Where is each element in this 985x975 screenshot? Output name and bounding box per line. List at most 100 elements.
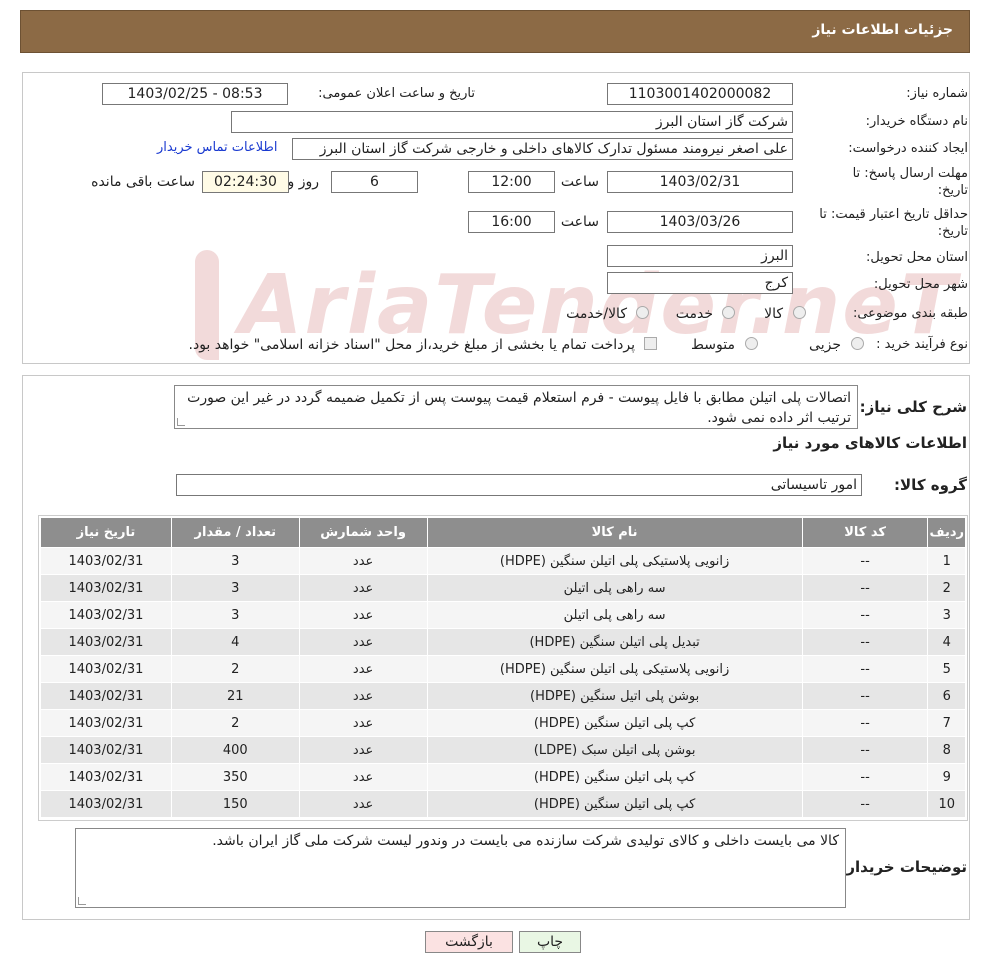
buyer-notes-label: توضیحات خریدار: (840, 858, 967, 876)
page-header: جزئیات اطلاعات نیاز (20, 10, 970, 53)
announce-field: 1403/02/25 - 08:53 (102, 83, 288, 105)
table-cell: عدد (298, 655, 428, 683)
announce-label: تاریخ و ساعت اعلان عمومی: (318, 86, 475, 101)
back-button[interactable]: بازگشت (425, 931, 513, 953)
table-cell: کپ پلی اتیلن سنگین (HDPE) (426, 790, 803, 818)
province-field: البرز (607, 245, 793, 267)
description-label: شرح کلی نیاز: (859, 398, 967, 416)
table-row: 5 -- زانویی پلاستیکی پلی اتیلن سنگین (HDPE… (40, 655, 966, 683)
table-cell: 3 (170, 574, 300, 602)
column-header: تاریخ نیاز (40, 517, 172, 548)
table-cell: 2 (170, 655, 300, 683)
validity-time-label: ساعت (560, 214, 599, 230)
resize-handle-icon[interactable] (78, 897, 86, 905)
resize-handle-icon[interactable] (177, 418, 185, 426)
table-cell: بوشن پلی اتیل سنگین (HDPE) (426, 682, 803, 710)
goods-group-field: امور تاسیساتی (176, 474, 862, 496)
table-cell: 1403/02/31 (40, 601, 172, 629)
purchase-radio-medium[interactable] (745, 337, 758, 350)
column-header: واحد شمارش (298, 517, 428, 548)
table-cell: 150 (170, 790, 300, 818)
table-cell: عدد (298, 709, 428, 737)
table-cell: زانویی پلاستیکی پلی اتیلن سنگین (HDPE) (426, 547, 803, 575)
purchase-radio-minor[interactable] (851, 337, 864, 350)
table-cell: 1403/02/31 (40, 574, 172, 602)
table-cell: عدد (298, 682, 428, 710)
creator-field: علی اصغر نیرومند مسئول تدارک کالاهای داخ… (292, 138, 793, 160)
column-header: کد کالا (801, 517, 929, 548)
table-row: 10 -- کپ پلی اتیلن سنگین (HDPE) عدد 150 1403/… (40, 790, 966, 818)
treasury-checkbox[interactable] (644, 337, 657, 350)
table-cell: -- (801, 628, 929, 656)
column-header: تعداد / مقدار (170, 517, 300, 548)
table-cell: عدد (298, 601, 428, 629)
need-number-label: شماره نیاز: (906, 86, 968, 101)
table-cell: -- (801, 574, 929, 602)
table-row: 1 -- زانویی پلاستیکی پلی اتیلن سنگین (HDPE… (40, 547, 966, 575)
table-cell: 4 (170, 628, 300, 656)
table-cell: -- (801, 709, 929, 737)
table-cell: 1403/02/31 (40, 709, 172, 737)
table-cell: سه راهی پلی اتیلن (426, 601, 803, 629)
validity-label-date: تاریخ: (937, 224, 968, 239)
category-option-service: خدمت (675, 306, 713, 322)
table-cell: 1403/02/31 (40, 628, 172, 656)
province-label: استان محل تحویل: (866, 250, 968, 265)
items-table-body: 1 -- زانویی پلاستیکی پلی اتیلن سنگین (HDPE… (40, 547, 966, 818)
purchase-option-medium: متوسط (691, 337, 735, 353)
table-cell: 8 (927, 736, 966, 764)
purchase-note: پرداخت تمام یا بخشی از مبلغ خرید،از محل … (188, 337, 635, 353)
print-button[interactable]: چاپ (519, 931, 581, 953)
deadline-time-label: ساعت (560, 174, 599, 190)
remaining-time-field: 02:24:30 (202, 171, 289, 193)
table-row: 9 -- کپ پلی اتیلن سنگین (HDPE) عدد 350 1403/0… (40, 763, 966, 791)
category-radio-goods-service[interactable] (636, 306, 649, 319)
table-cell: زانویی پلاستیکی پلی اتیلن سنگین (HDPE) (426, 655, 803, 683)
table-cell: -- (801, 547, 929, 575)
table-cell: کپ پلی اتیلن سنگین (HDPE) (426, 763, 803, 791)
table-cell: 3 (170, 547, 300, 575)
table-row: 7 -- کپ پلی اتیلن سنگین (HDPE) عدد 2 1403/02/… (40, 709, 966, 737)
table-header-row: ردیف کد کالا نام کالا واحد شمارش تعداد /… (40, 517, 966, 548)
table-cell: 1 (927, 547, 966, 575)
validity-label: حداقل تاریخ اعتبار قیمت: تا (819, 207, 968, 222)
creator-label: ایجاد کننده درخواست: (848, 141, 968, 156)
table-cell: 400 (170, 736, 300, 764)
table-row: 8 -- بوشن پلی اتیلن سبک (LDPE) عدد 400 1403/0… (40, 736, 966, 764)
table-cell: 1403/02/31 (40, 655, 172, 683)
table-cell: 5 (927, 655, 966, 683)
need-number-field: 1103001402000082 (607, 83, 793, 105)
table-row: 3 -- سه راهی پلی اتیلن عدد 3 1403/02/31 (40, 601, 966, 629)
table-cell: 1403/02/31 (40, 547, 172, 575)
table-cell: 1403/02/31 (40, 790, 172, 818)
buyer-org-field: شرکت گاز استان البرز (231, 111, 793, 133)
goods-group-label: گروه کالا: (894, 476, 967, 494)
buyer-org-label: نام دستگاه خریدار: (865, 114, 968, 129)
purchase-type-label: نوع فرآیند خرید : (876, 337, 968, 352)
category-radio-service[interactable] (722, 306, 735, 319)
deadline-label: مهلت ارسال پاسخ: تا (852, 166, 968, 181)
table-cell: 3 (927, 601, 966, 629)
contact-buyer-link[interactable]: اطلاعات تماس خریدار (157, 140, 277, 155)
table-row: 4 -- تبدیل پلی اتیلن سنگین (HDPE) عدد 4 1403/… (40, 628, 966, 656)
category-radio-goods[interactable] (793, 306, 806, 319)
table-cell: عدد (298, 790, 428, 818)
validity-date-field: 1403/03/26 (607, 211, 793, 233)
days-label: روز و (287, 174, 320, 190)
table-cell: 10 (927, 790, 966, 818)
table-cell: 1403/02/31 (40, 682, 172, 710)
table-cell: عدد (298, 628, 428, 656)
table-cell: 1403/02/31 (40, 736, 172, 764)
validity-time-field: 16:00 (468, 211, 555, 233)
table-cell: 6 (927, 682, 966, 710)
city-label: شهر محل تحویل: (873, 277, 968, 292)
table-cell: -- (801, 763, 929, 791)
remaining-label: ساعت باقی مانده (91, 174, 195, 190)
table-cell: 1403/02/31 (40, 763, 172, 791)
table-cell: 3 (170, 601, 300, 629)
purchase-option-minor: جزیی (809, 337, 841, 353)
page-title: جزئیات اطلاعات نیاز (812, 22, 953, 38)
description-field: اتصالات پلی اتیلن مطابق با فایل پیوست - … (174, 385, 858, 429)
table-row: 6 -- بوشن پلی اتیل سنگین (HDPE) عدد 21 1403/0… (40, 682, 966, 710)
column-header: نام کالا (426, 517, 803, 548)
